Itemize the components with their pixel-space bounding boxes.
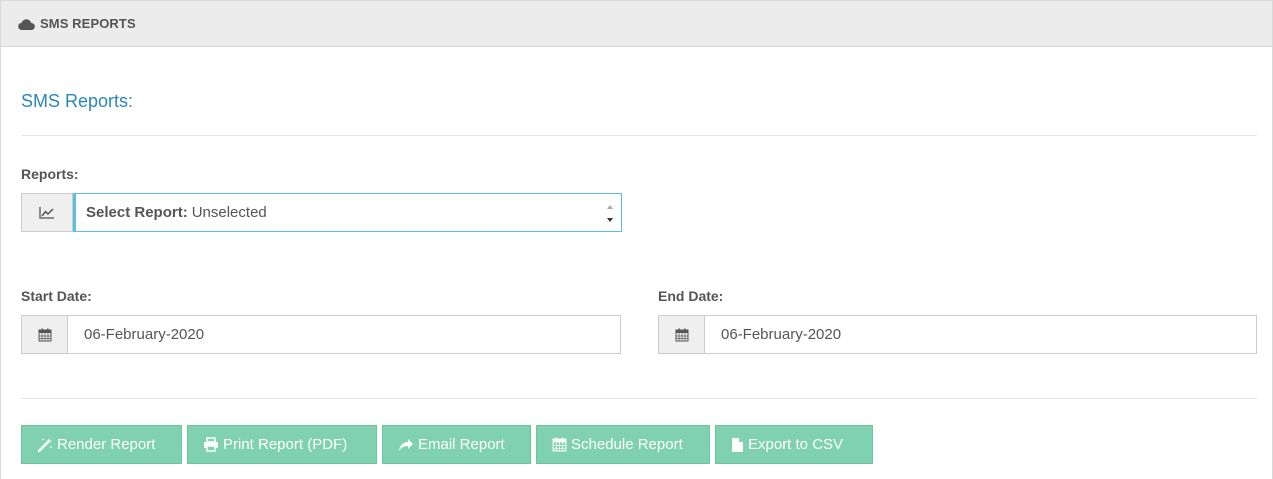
select-report-prefix: Select Report:: [86, 204, 188, 221]
end-date-addon: [658, 315, 705, 354]
magic-wand-icon: [37, 437, 52, 452]
divider: [21, 135, 1257, 136]
export-csv-button[interactable]: Export to CSV: [715, 425, 873, 464]
cloud-icon: [18, 18, 35, 30]
render-report-label: Render Report: [57, 436, 156, 453]
email-report-button[interactable]: Email Report: [382, 425, 531, 464]
share-arrow-icon: [399, 438, 413, 451]
end-date-group: 06-February-2020: [658, 315, 1257, 354]
email-report-label: Email Report: [418, 436, 505, 453]
reports-select-group: Select Report: Unselected: [21, 193, 622, 232]
divider: [21, 398, 1257, 399]
sms-reports-panel: SMS REPORTS: [0, 0, 1273, 479]
schedule-report-button[interactable]: Schedule Report: [536, 425, 710, 464]
print-report-label: Print Report (PDF): [223, 436, 348, 453]
end-date-input[interactable]: 06-February-2020: [705, 315, 1257, 354]
print-icon: [204, 437, 218, 452]
start-date-input[interactable]: 06-February-2020: [68, 315, 621, 354]
panel-title: SMS REPORTS: [40, 16, 136, 31]
start-date-addon: [21, 315, 68, 354]
select-report-value: Unselected: [191, 204, 267, 221]
line-chart-icon: [39, 207, 54, 219]
calendar-icon: [552, 437, 567, 452]
export-csv-label: Export to CSV: [748, 436, 844, 453]
panel-heading: SMS REPORTS: [1, 1, 1272, 47]
start-date-label: Start Date:: [21, 288, 92, 304]
render-report-button[interactable]: Render Report: [21, 425, 182, 464]
schedule-report-label: Schedule Report: [571, 436, 683, 453]
calendar-icon: [675, 328, 688, 341]
report-actions: Render Report Print Report (PDF) Email R…: [21, 425, 873, 464]
reports-label: Reports:: [21, 166, 79, 182]
end-date-label: End Date:: [658, 288, 724, 304]
start-date-group: 06-February-2020: [21, 315, 621, 354]
reports-addon: [21, 193, 73, 232]
calendar-icon: [38, 328, 51, 341]
print-report-button[interactable]: Print Report (PDF): [187, 425, 377, 464]
file-icon: [732, 437, 743, 452]
page-title: SMS Reports:: [21, 91, 134, 111]
select-arrows-icon[interactable]: [605, 201, 615, 225]
report-select[interactable]: Select Report: Unselected: [73, 193, 622, 232]
